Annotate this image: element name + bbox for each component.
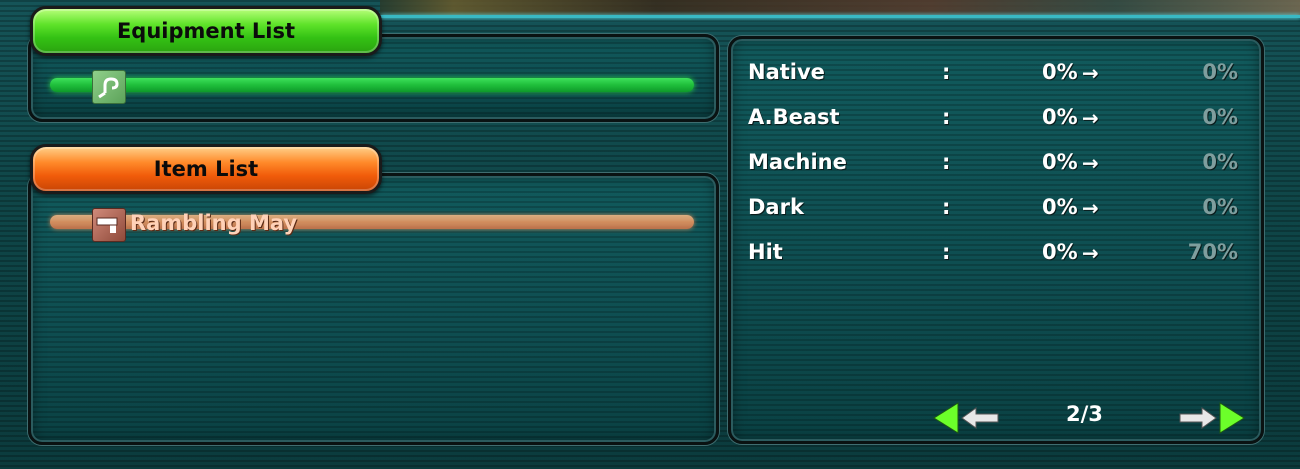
item-list-title: Item List bbox=[153, 157, 259, 181]
arrow-right-icon: → bbox=[1082, 241, 1099, 265]
stat-new-value: 0% bbox=[1202, 105, 1238, 129]
item-list-tab[interactable]: Item List bbox=[30, 144, 382, 194]
stat-row-hit: Hit : 0% → 70% bbox=[748, 240, 1248, 270]
stat-row-machine: Machine : 0% → 0% bbox=[748, 150, 1248, 180]
arrow-right-icon bbox=[1179, 402, 1245, 434]
arrow-right-icon: → bbox=[1082, 151, 1099, 175]
stat-colon: : bbox=[942, 150, 951, 174]
equipment-screen: Equipment List Item List Rambling May Na… bbox=[0, 0, 1300, 469]
stat-name: Machine bbox=[748, 150, 847, 174]
equipment-slot-highlight[interactable] bbox=[50, 78, 694, 92]
stat-row-dark: Dark : 0% → 0% bbox=[748, 195, 1248, 225]
stat-name: Dark bbox=[748, 195, 804, 219]
equipment-list-title: Equipment List bbox=[116, 19, 296, 43]
stat-row-native: Native : 0% → 0% bbox=[748, 60, 1248, 90]
item-name: Rambling May bbox=[130, 211, 298, 235]
arrow-right-icon: → bbox=[1082, 196, 1099, 220]
stat-current-value: 0% bbox=[1042, 150, 1078, 174]
prev-page-button[interactable] bbox=[932, 401, 1000, 435]
arrow-right-icon: → bbox=[1082, 106, 1099, 130]
next-page-button[interactable] bbox=[1178, 401, 1246, 435]
stat-colon: : bbox=[942, 105, 951, 129]
stat-name: Native bbox=[748, 60, 825, 84]
stat-colon: : bbox=[942, 60, 951, 84]
stat-colon: : bbox=[942, 195, 951, 219]
page-indicator: 2/3 bbox=[1066, 402, 1103, 426]
gun-item-icon bbox=[92, 208, 126, 242]
hook-weapon-icon[interactable] bbox=[92, 70, 126, 104]
stat-current-value: 0% bbox=[1042, 105, 1078, 129]
stat-current-value: 0% bbox=[1042, 60, 1078, 84]
equipment-list-tab[interactable]: Equipment List bbox=[30, 6, 382, 56]
arrow-left-icon bbox=[933, 402, 999, 434]
stat-colon: : bbox=[942, 240, 951, 264]
stat-current-value: 0% bbox=[1042, 240, 1078, 264]
stat-new-value: 0% bbox=[1202, 60, 1238, 84]
stat-new-value: 0% bbox=[1202, 195, 1238, 219]
stat-new-value: 0% bbox=[1202, 150, 1238, 174]
stat-row-a-beast: A.Beast : 0% → 0% bbox=[748, 105, 1248, 135]
stat-name: A.Beast bbox=[748, 105, 840, 129]
stat-current-value: 0% bbox=[1042, 195, 1078, 219]
background-divider bbox=[380, 15, 1300, 18]
stat-new-value: 70% bbox=[1187, 240, 1238, 264]
stat-name: Hit bbox=[748, 240, 783, 264]
arrow-right-icon: → bbox=[1082, 61, 1099, 85]
